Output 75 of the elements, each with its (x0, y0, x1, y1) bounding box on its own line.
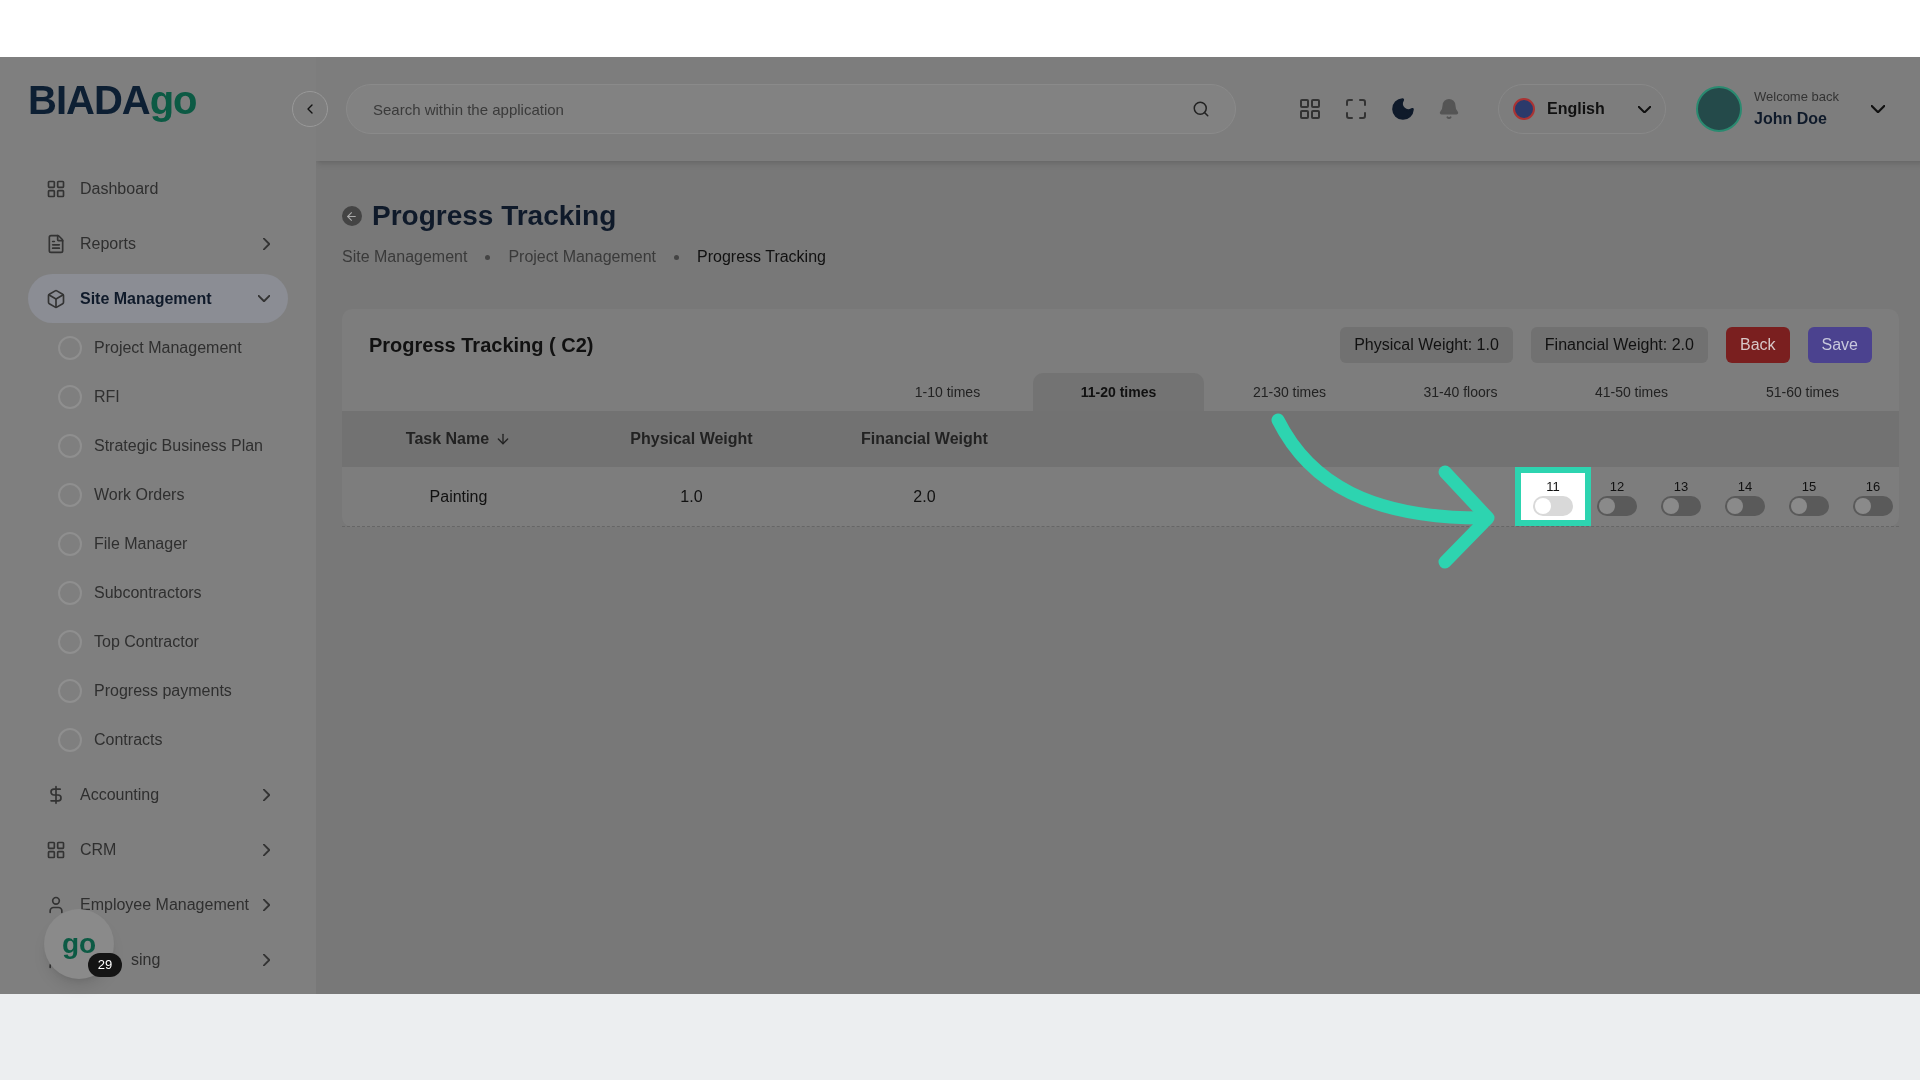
column-number: 12 (1609, 477, 1625, 496)
user-name: John Doe (1754, 108, 1828, 129)
table-cell-text: 1.0 (679, 486, 704, 507)
range-tab[interactable]: 11-20 times (1033, 373, 1204, 411)
column-header[interactable]: Financial Weight (808, 427, 1041, 451)
sidebar-item[interactable]: Accounting (80, 785, 160, 803)
menu-icon (46, 178, 66, 199)
column-header[interactable]: Physical Weight (575, 427, 808, 451)
sidebar-item[interactable]: CRM (80, 840, 117, 858)
language-select[interactable]: English (1498, 84, 1666, 134)
submenu-item[interactable]: Project Management (28, 323, 288, 372)
toggle-switch[interactable] (1533, 496, 1573, 517)
chevron-down-icon (1638, 105, 1651, 113)
logo: BIADAgo (28, 76, 197, 124)
search-field[interactable]: Search within the application (346, 84, 1236, 134)
submenu-item[interactable]: Top Contractor (28, 617, 288, 666)
table-cell-text: 2.0 (912, 486, 937, 507)
range-tab[interactable]: 1-10 times (862, 373, 1033, 411)
column-header[interactable]: Task Name (342, 427, 575, 451)
toggle-switch[interactable] (1789, 496, 1829, 517)
back-icon[interactable] (342, 206, 362, 226)
toggle-switch[interactable] (1853, 496, 1893, 517)
weight-chip: Physical Weight: 1.0 (1340, 327, 1513, 363)
sidebar-item[interactable]: Reports (80, 234, 137, 252)
menu-icon (46, 288, 66, 309)
submenu-item[interactable]: Strategic Business Plan (28, 421, 288, 470)
fullscreen-icon[interactable] (1344, 97, 1368, 121)
weight-chip: Financial Weight: 2.0 (1530, 327, 1708, 363)
moon-icon[interactable] (1390, 96, 1416, 122)
count-badge: 29 (88, 953, 122, 977)
submenu-item[interactable]: Progress payments (28, 666, 288, 715)
chevron-right-icon[interactable] (263, 237, 270, 250)
apps-icon[interactable] (1298, 97, 1322, 121)
search-icon[interactable] (1192, 100, 1210, 118)
breadcrumb-link[interactable]: Progress Tracking (697, 245, 826, 269)
save-button[interactable]: Save (1807, 327, 1872, 363)
submenu-item[interactable]: RFI (28, 372, 288, 421)
table-cell-text: Painting (428, 486, 489, 507)
menu-icon (46, 894, 66, 915)
column-number: 13 (1673, 477, 1689, 496)
chevron-right-icon[interactable] (263, 898, 270, 911)
chevron-right-icon[interactable] (263, 953, 270, 966)
breadcrumb-link[interactable]: Site Management (342, 245, 468, 269)
chevron-right-icon[interactable] (263, 843, 270, 856)
column-number: 14 (1737, 477, 1753, 496)
chevron-down-icon[interactable] (258, 295, 270, 302)
range-tab[interactable]: 21-30 times (1204, 373, 1375, 411)
page-title: Progress Tracking (372, 199, 617, 233)
card-title: Progress Tracking ( C2) (369, 333, 595, 358)
chevron-down-icon[interactable] (1871, 105, 1885, 113)
column-number: 16 (1865, 477, 1881, 496)
menu-icon (46, 839, 66, 860)
submenu-item[interactable]: Contracts (28, 715, 288, 764)
menu-icon (46, 233, 66, 254)
chevron-right-icon[interactable] (263, 788, 270, 801)
avatar[interactable] (1696, 86, 1742, 132)
flag-icon (1513, 98, 1535, 120)
sidebar-item[interactable]: sing (131, 950, 161, 968)
range-tab[interactable]: 31-40 floors (1375, 373, 1546, 411)
bell-icon[interactable] (1438, 98, 1460, 120)
toggle-switch[interactable] (1597, 496, 1637, 517)
range-tab[interactable]: 41-50 times (1546, 373, 1717, 411)
breadcrumb-link[interactable]: Project Management (508, 245, 657, 269)
range-tab[interactable]: 51-60 times (1717, 373, 1888, 411)
toggle-switch[interactable] (1661, 496, 1701, 517)
sidebar-item[interactable]: Dashboard (80, 179, 159, 197)
back-button[interactable]: Back (1725, 327, 1790, 363)
submenu-item[interactable]: Subcontractors (28, 568, 288, 617)
column-number: 15 (1801, 477, 1817, 496)
greeting-text: Welcome back (1754, 88, 1839, 107)
submenu-item[interactable]: File Manager (28, 519, 288, 568)
column-number: 11 (1546, 477, 1560, 496)
submenu-item[interactable]: Work Orders (28, 470, 288, 519)
toggle-switch[interactable] (1725, 496, 1765, 517)
sidebar-item[interactable]: Site Management (28, 274, 288, 323)
